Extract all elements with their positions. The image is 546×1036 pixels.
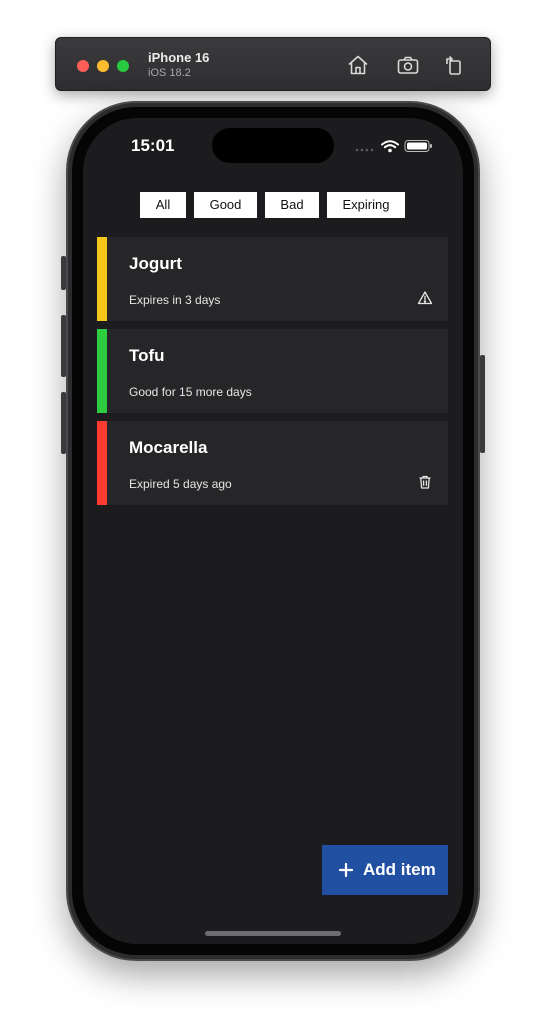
device-name: iPhone 16 bbox=[148, 50, 210, 65]
home-indicator[interactable] bbox=[205, 931, 341, 936]
list-item[interactable]: Jogurt Expires in 3 days bbox=[97, 237, 448, 321]
add-item-button[interactable]: Add item bbox=[322, 845, 448, 895]
item-name: Mocarella bbox=[129, 438, 208, 457]
cellular-signal-icon bbox=[355, 148, 374, 152]
item-status: Good for 15 more days bbox=[129, 385, 252, 399]
minimize-window-button[interactable] bbox=[97, 60, 109, 72]
filter-bar: All Good Bad Expiring bbox=[83, 192, 463, 218]
item-status: Expired 5 days ago bbox=[129, 477, 232, 491]
wifi-icon bbox=[381, 140, 399, 149]
item-status: Expires in 3 days bbox=[129, 293, 221, 307]
wifi-dot bbox=[388, 148, 392, 153]
simulator-window-bar: iPhone 16 iOS 18.2 bbox=[55, 37, 491, 91]
filter-expiring-button[interactable]: Expiring bbox=[327, 192, 405, 218]
power-button[interactable] bbox=[480, 355, 485, 453]
add-item-label: Add item bbox=[363, 860, 436, 879]
status-color-bar bbox=[97, 237, 107, 321]
status-icons bbox=[355, 138, 433, 154]
close-window-button[interactable] bbox=[77, 60, 89, 72]
filter-bad-button[interactable]: Bad bbox=[265, 192, 319, 218]
list-item[interactable]: Tofu Good for 15 more days bbox=[97, 329, 448, 413]
filter-good-button[interactable]: Good bbox=[194, 192, 257, 218]
dynamic-island bbox=[212, 128, 334, 163]
zoom-window-button[interactable] bbox=[117, 60, 129, 72]
warning-icon bbox=[417, 290, 433, 306]
status-time: 15:01 bbox=[131, 136, 175, 155]
list-item[interactable]: Mocarella Expired 5 days ago bbox=[97, 421, 448, 505]
os-version: iOS 18.2 bbox=[148, 67, 191, 79]
status-color-bar bbox=[97, 421, 107, 505]
rotate-icon[interactable] bbox=[442, 53, 466, 77]
phone-screen: 15:01 All Good Bad Expiring Jogurt Expir… bbox=[83, 118, 463, 944]
filter-all-button[interactable]: All bbox=[140, 192, 186, 218]
item-name: Jogurt bbox=[129, 254, 182, 273]
item-name: Tofu bbox=[129, 346, 165, 365]
screenshot-icon[interactable] bbox=[396, 53, 420, 77]
home-icon[interactable] bbox=[346, 53, 370, 77]
status-color-bar bbox=[97, 329, 107, 413]
trash-icon[interactable] bbox=[417, 474, 433, 490]
plus-icon bbox=[338, 862, 354, 878]
battery-icon bbox=[404, 140, 432, 152]
